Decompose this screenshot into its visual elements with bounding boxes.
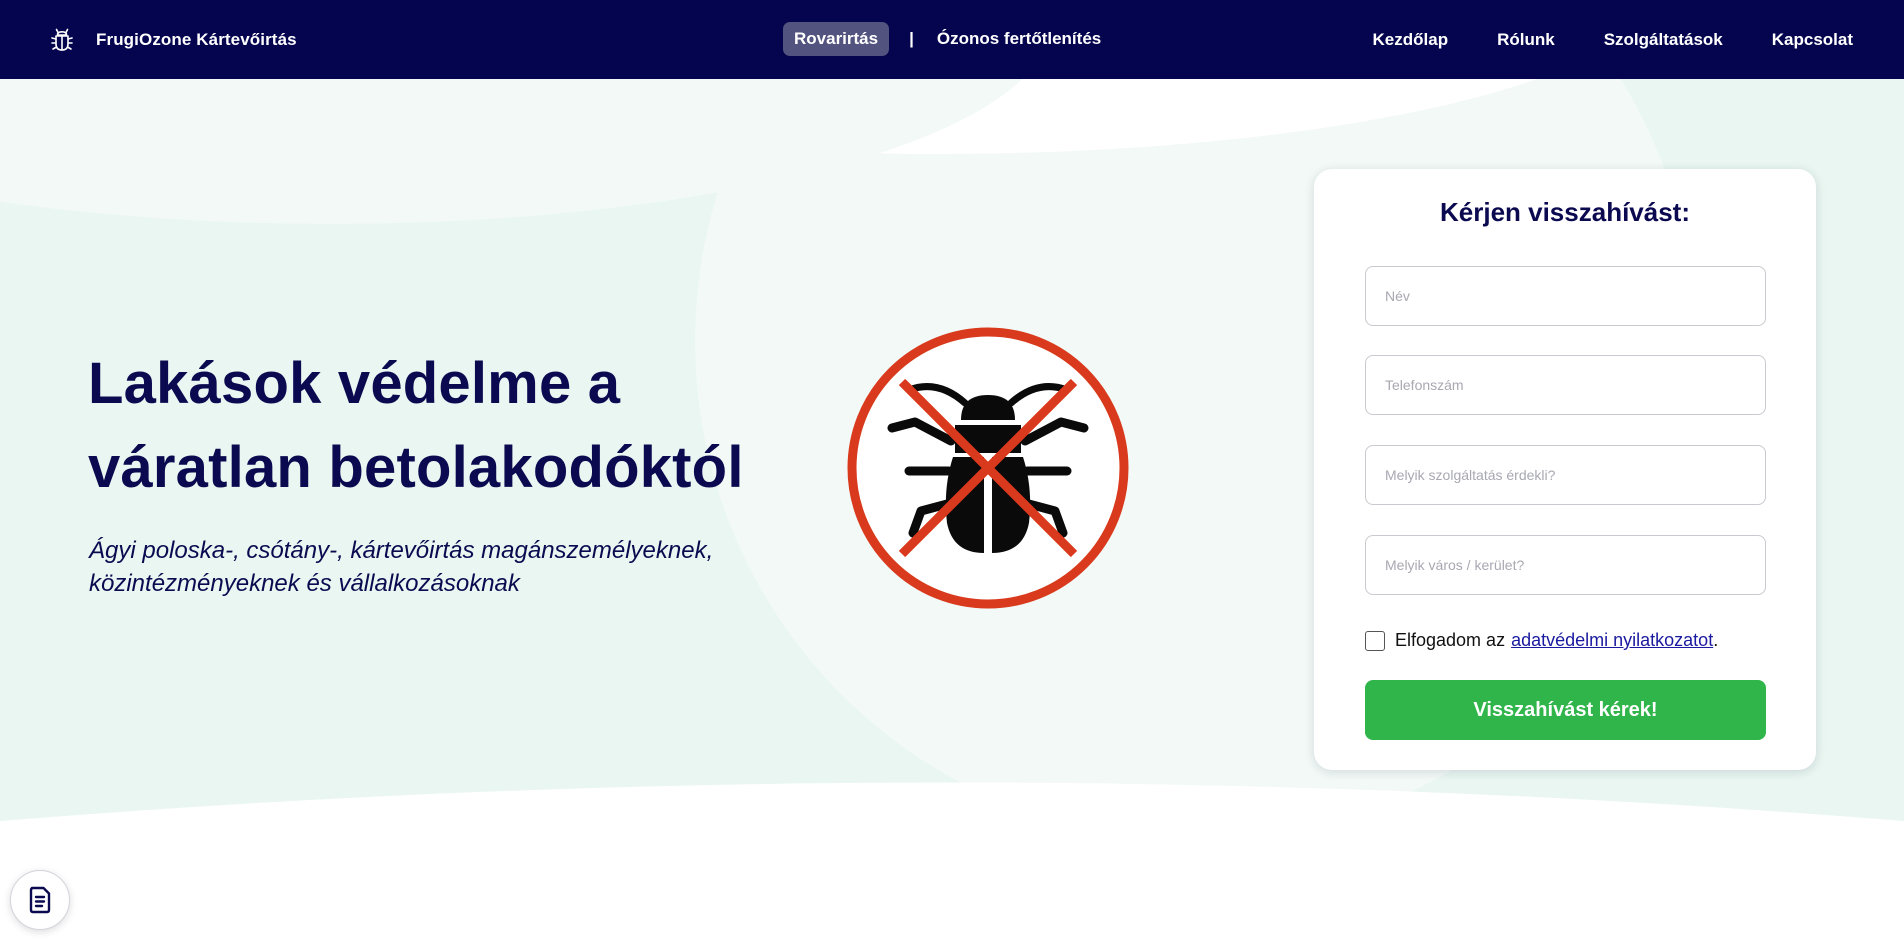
hero-subtitle-line-1: Ágyi poloska-, csótány-, kártevőirtás ma… xyxy=(89,537,714,564)
tab-rovarirtas[interactable]: Rovarirtás xyxy=(783,22,890,56)
consent-period: . xyxy=(1713,630,1719,650)
no-bugs-illustration xyxy=(843,323,1133,613)
nav-link-kezdolap[interactable]: Kezdőlap xyxy=(1373,30,1449,50)
hero-title-line-1: Lakások védelme a xyxy=(88,351,621,416)
nav-separator: | xyxy=(909,29,914,48)
consent-checkbox[interactable] xyxy=(1365,630,1385,651)
hero-section: Lakások védelme a váratlan betolakodóktó… xyxy=(0,79,1904,939)
hero-subtitle-line-2: közintézményeknek és vállalkozásoknak xyxy=(89,570,520,597)
privacy-consent: Elfogadom az adatvédelmi nyilatkozatot . xyxy=(1365,630,1718,651)
callback-form: Kérjen visszahívást: Elfogadom az adatvé… xyxy=(1314,169,1816,770)
service-switcher: Rovarirtás | Ózonos fertőtlenítés xyxy=(783,22,1101,56)
phone-field[interactable] xyxy=(1365,355,1766,415)
hero-title: Lakások védelme a váratlan betolakodóktó… xyxy=(88,342,808,510)
nav-link-rolunk[interactable]: Rólunk xyxy=(1497,30,1555,50)
city-field[interactable] xyxy=(1365,535,1766,595)
privacy-policy-link[interactable]: adatvédelmi nyilatkozatot xyxy=(1511,630,1713,651)
top-navbar: FrugiOzone Kártevőirtás Rovarirtás | Ózo… xyxy=(0,0,1904,79)
name-field[interactable] xyxy=(1365,266,1766,326)
floating-document-button[interactable] xyxy=(10,870,70,930)
brand-name: FrugiOzone Kártevőirtás xyxy=(96,29,297,49)
service-field[interactable] xyxy=(1365,445,1766,505)
consent-text: Elfogadom az xyxy=(1395,630,1506,650)
brand-logo[interactable]: FrugiOzone Kártevőirtás xyxy=(48,0,297,79)
nav-link-kapcsolat[interactable]: Kapcsolat xyxy=(1772,30,1853,50)
no-bugs-icon xyxy=(847,327,1129,609)
hero-title-line-2: váratlan betolakodóktól xyxy=(88,435,744,500)
nav-link-szolgaltatasok[interactable]: Szolgáltatások xyxy=(1604,30,1723,50)
request-callback-button[interactable]: Visszahívást kérek! xyxy=(1365,680,1766,740)
form-title: Kérjen visszahívást: xyxy=(1439,197,1690,227)
tab-ozonos-fertotlenites[interactable]: Ózonos fertőtlenítés xyxy=(937,29,1101,49)
main-menu: Kezdőlap Rólunk Szolgáltatások Kapcsolat xyxy=(1373,0,1853,79)
hero-subtitle: Ágyi poloska-, csótány-, kártevőirtás ma… xyxy=(89,534,789,600)
document-icon xyxy=(29,886,51,914)
bug-icon xyxy=(51,28,73,51)
